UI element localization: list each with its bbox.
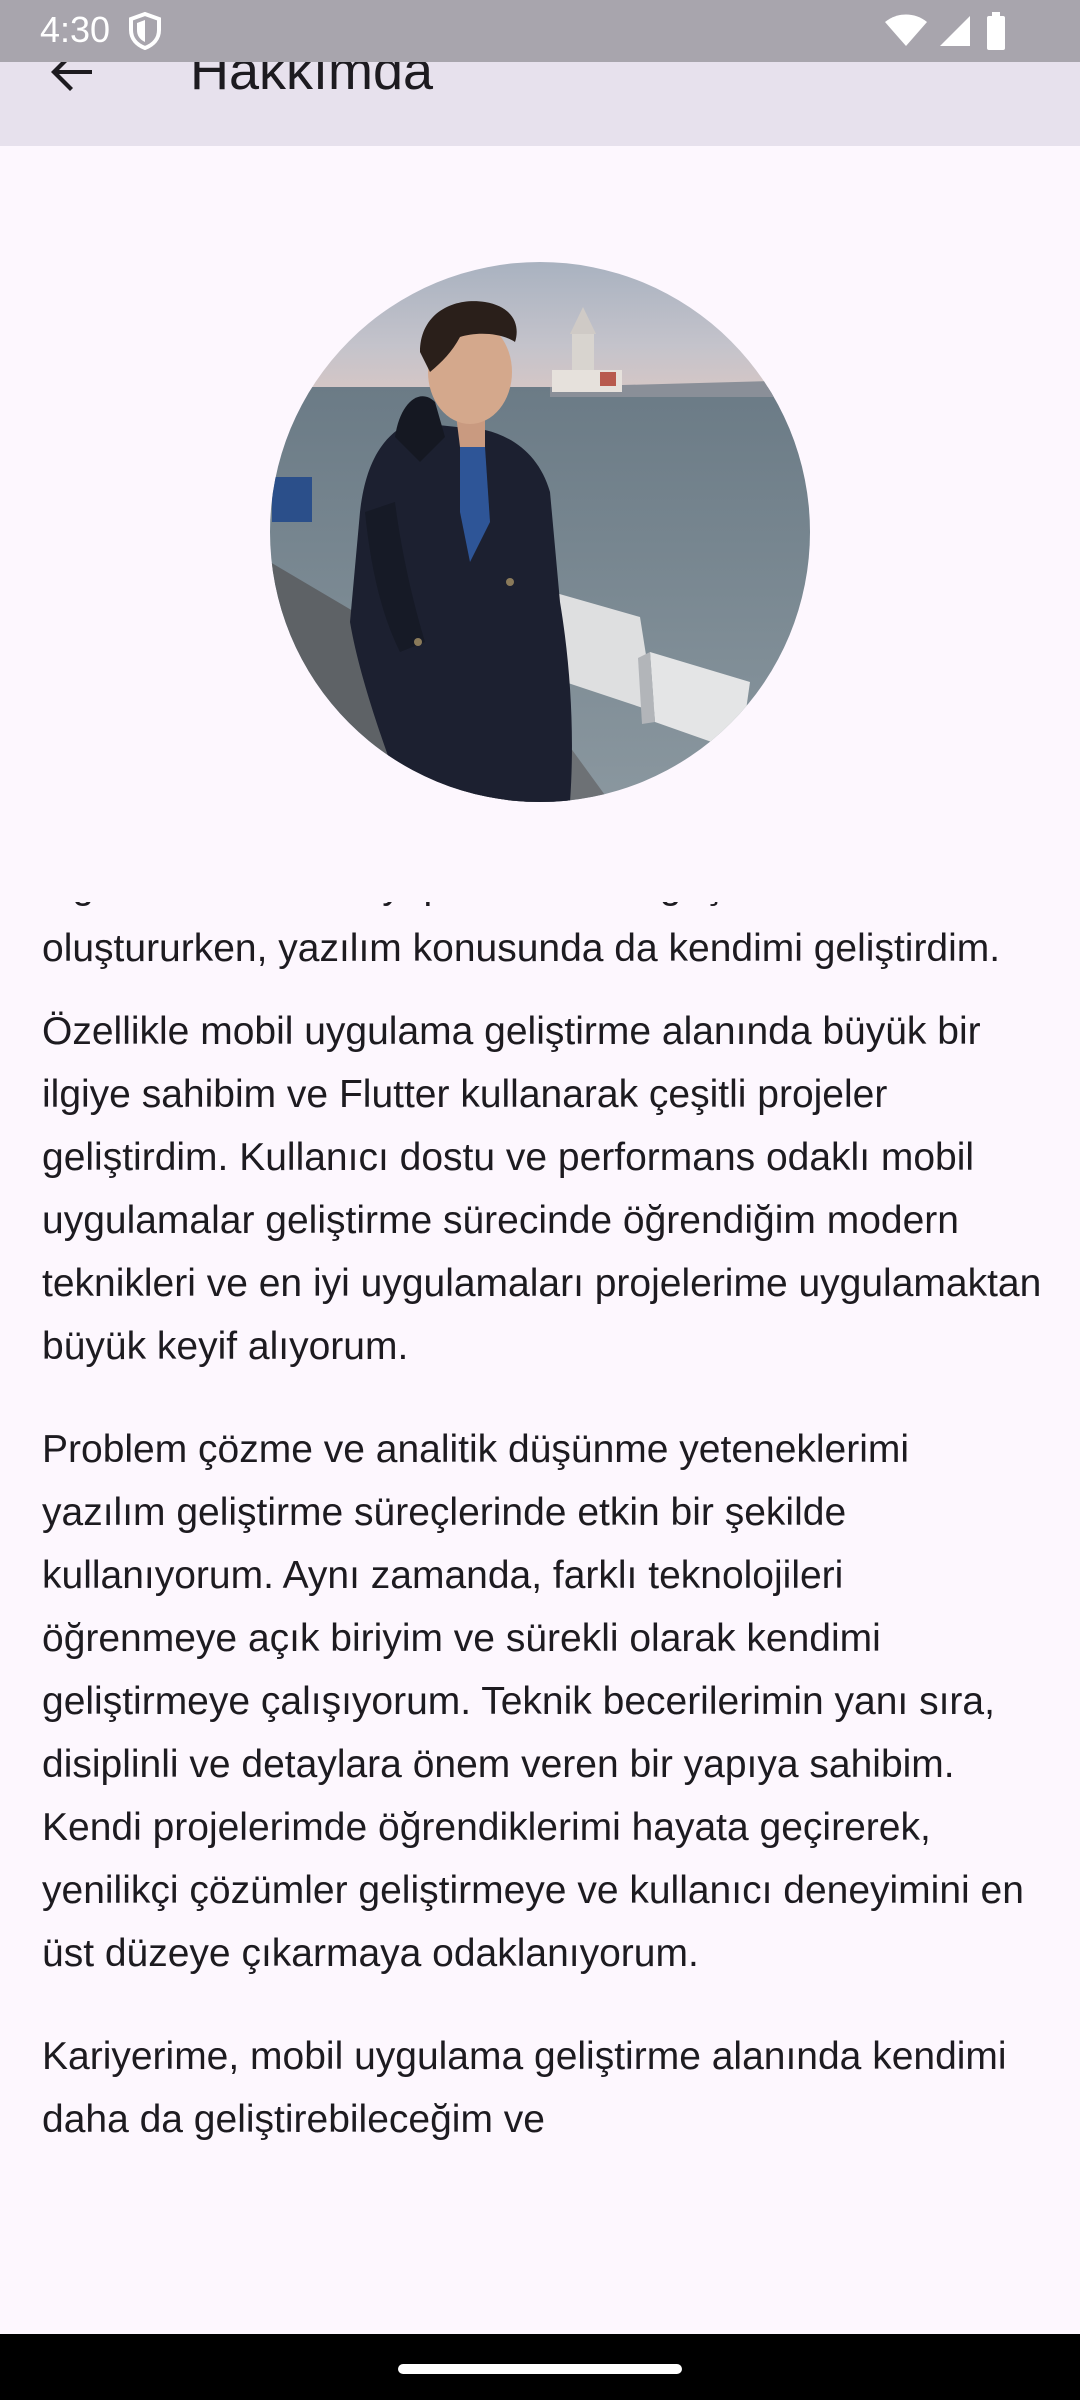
about-paragraph: algoritmalar ve veri yapıları üzerine gü… bbox=[42, 902, 1001, 970]
about-paragraph: Kariyerime, mobil uygulama geliştirme al… bbox=[42, 2035, 1007, 2141]
battery-icon bbox=[986, 12, 1006, 50]
status-time: 4:30 bbox=[40, 9, 111, 50]
wifi-icon bbox=[884, 14, 928, 48]
about-content[interactable]: algoritmalar ve veri yapıları üzerine gü… bbox=[0, 902, 1080, 2302]
avatar bbox=[270, 262, 810, 802]
status-bar: 4:30 bbox=[0, 0, 1080, 62]
home-gesture-handle[interactable] bbox=[398, 2364, 682, 2374]
signal-icon bbox=[938, 14, 972, 48]
about-paragraph: Problem çözme ve analitik düşünme yetene… bbox=[42, 1428, 1024, 1975]
shield-icon bbox=[128, 11, 162, 51]
profile-photo bbox=[270, 262, 810, 802]
about-paragraph: Özellikle mobil uygulama geliştirme alan… bbox=[42, 1010, 1042, 1368]
